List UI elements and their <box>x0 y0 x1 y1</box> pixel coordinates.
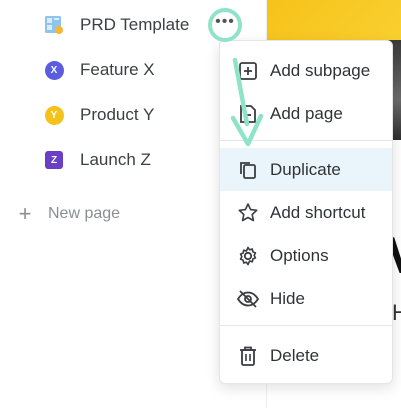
new-page-label: New page <box>48 205 121 222</box>
menu-item-label: Duplicate <box>270 159 341 179</box>
menu-item-label: Options <box>270 245 329 265</box>
document-template-icon <box>44 15 64 35</box>
z-badge-icon: Z <box>44 150 64 170</box>
menu-divider <box>220 325 392 326</box>
trash-icon <box>236 344 260 368</box>
eye-off-icon <box>236 287 260 311</box>
page-text-fragment: H <box>392 300 401 325</box>
duplicate-icon <box>236 158 260 182</box>
badge: Z <box>45 151 63 169</box>
menu-item-label: Add subpage <box>270 60 371 80</box>
sidebar-item-label: Launch Z <box>80 150 151 169</box>
plus-icon: + <box>18 201 32 226</box>
sidebar-item-product-y[interactable]: Y Product Y <box>44 100 154 130</box>
sidebar-item-label: Feature X <box>80 60 155 79</box>
menu-item-label: Add page <box>270 103 343 123</box>
menu-item-add-shortcut[interactable]: Add shortcut <box>220 191 392 234</box>
menu-item-delete[interactable]: Delete <box>220 334 392 377</box>
badge: X <box>44 60 64 80</box>
badge: Y <box>44 105 64 125</box>
sidebar-item-label: PRD Template <box>80 15 190 34</box>
sidebar-item-launch-z[interactable]: Z Launch Z <box>44 145 151 175</box>
annotation-arrow-icon <box>230 58 264 147</box>
star-icon <box>236 201 260 225</box>
menu-item-label: Hide <box>270 288 305 308</box>
menu-item-label: Delete <box>270 345 320 365</box>
y-badge-icon: Y <box>44 105 64 125</box>
x-badge-icon: X <box>44 60 64 80</box>
sidebar-item-label: Product Y <box>80 105 155 124</box>
menu-item-hide[interactable]: Hide <box>220 277 392 320</box>
more-dots-icon: ••• <box>215 13 235 30</box>
sidebar-item-feature-x[interactable]: X Feature X <box>44 55 155 85</box>
menu-item-options[interactable]: Options <box>220 234 392 277</box>
sidebar-item-prd-template[interactable]: PRD Template <box>44 10 189 40</box>
menu-item-duplicate[interactable]: Duplicate <box>220 148 392 191</box>
menu-item-label: Add shortcut <box>270 202 366 222</box>
more-options-button[interactable]: ••• <box>208 8 242 42</box>
new-page-button[interactable]: + New page <box>14 200 120 228</box>
gear-icon <box>236 244 260 268</box>
